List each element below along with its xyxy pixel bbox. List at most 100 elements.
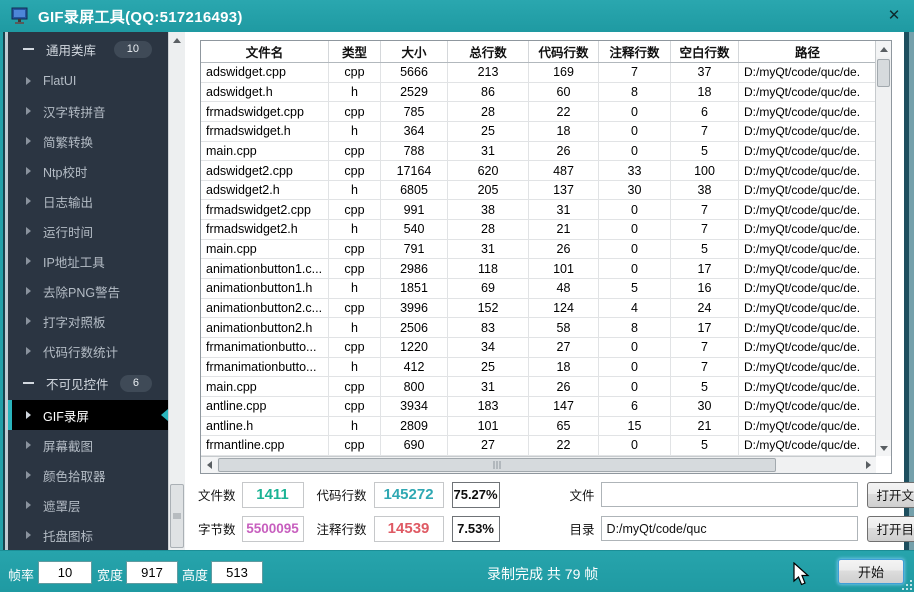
column-header[interactable]: 路径 [739, 41, 876, 62]
sidebar-item-run-time[interactable]: 运行时间 [8, 216, 168, 246]
column-header[interactable]: 总行数 [448, 41, 529, 62]
sidebar-item-ntp-time[interactable]: Ntp校时 [8, 156, 168, 186]
fps-input[interactable] [38, 561, 92, 584]
sidebar-item-label: 代码行数统计 [43, 342, 118, 361]
start-button[interactable]: 开始 [838, 559, 904, 584]
sidebar-item-log-output[interactable]: 日志输出 [8, 186, 168, 216]
cell: 1220 [381, 338, 448, 357]
table-horizontal-scrollbar[interactable] [201, 456, 876, 473]
sidebar-scrollbar[interactable] [168, 32, 185, 550]
cell: 6805 [381, 181, 448, 200]
sidebar-item-hanzi-to-pinyin[interactable]: 汉字转拼音 [8, 96, 168, 126]
cell: 21 [671, 417, 739, 436]
sidebar-item-group-invisible-widgets[interactable]: 不可见控件6 [8, 366, 168, 400]
titlebar: GIF录屏工具(QQ:517216493) ✕ [0, 0, 914, 32]
cell: 25 [448, 122, 529, 141]
table-row[interactable]: adswidget.hh25298660818D:/myQt/code/quc/… [201, 83, 876, 103]
sidebar-item-group-common-lib[interactable]: 通用类库10 [8, 32, 168, 66]
column-header[interactable]: 代码行数 [529, 41, 599, 62]
sidebar-item-remove-png-warning[interactable]: 去除PNG警告 [8, 276, 168, 306]
table-row[interactable]: animationbutton2.hh25068358817D:/myQt/co… [201, 318, 876, 338]
sidebar-item-typing-board[interactable]: 打字对照板 [8, 306, 168, 336]
table-row[interactable]: main.cppcpp791312605D:/myQt/code/quc/de. [201, 240, 876, 260]
chevron-right-icon [26, 411, 31, 419]
width-input[interactable] [126, 561, 178, 584]
cell: 487 [529, 161, 599, 180]
column-header[interactable]: 大小 [381, 41, 448, 62]
cell: 5666 [381, 63, 448, 82]
cell: frmadswidget2.h [201, 220, 329, 239]
cell: 3996 [381, 299, 448, 318]
table-row[interactable]: main.cppcpp800312605D:/myQt/code/quc/de. [201, 377, 876, 397]
code-lines-percent: 75.27% [452, 482, 500, 508]
sidebar-item-ip-tool[interactable]: IP地址工具 [8, 246, 168, 276]
table-row[interactable]: frmadswidget2.cppcpp991383107D:/myQt/cod… [201, 200, 876, 220]
cell: 58 [529, 318, 599, 337]
scroll-right-icon[interactable] [860, 457, 876, 473]
table-vertical-scrollbar[interactable] [875, 41, 891, 456]
height-input[interactable] [211, 561, 263, 584]
table-row[interactable]: frmantline.cppcpp690272205D:/myQt/code/q… [201, 436, 876, 456]
cell: 7 [599, 63, 671, 82]
file-path-input[interactable] [601, 482, 858, 507]
width-label: 宽度 [97, 565, 123, 584]
cell: 28 [448, 102, 529, 121]
cell: frmadswidget.h [201, 122, 329, 141]
cell: 18 [671, 83, 739, 102]
sidebar-item-flatui[interactable]: FlatUI [8, 66, 168, 96]
column-header[interactable]: 注释行数 [599, 41, 671, 62]
table-row[interactable]: antline.cppcpp3934183147630D:/myQt/code/… [201, 397, 876, 417]
cell: 30 [599, 181, 671, 200]
sidebar-item-code-line-count[interactable]: 代码行数统计 [8, 336, 168, 366]
sidebar-item-color-picker[interactable]: 颜色拾取器 [8, 460, 168, 490]
open-directory-button[interactable]: 打开目录 [867, 516, 914, 542]
sidebar-item-simplified-traditional[interactable]: 简繁转换 [8, 126, 168, 156]
table-row[interactable]: frmanimationbutto...h412251807D:/myQt/co… [201, 358, 876, 378]
table-row[interactable]: animationbutton1.c...cpp2986118101017D:/… [201, 259, 876, 279]
table-row[interactable]: adswidget2.cppcpp1716462048733100D:/myQt… [201, 161, 876, 181]
cell: 37 [671, 63, 739, 82]
sidebar-scrollbar-thumb[interactable] [170, 484, 184, 548]
cell: 21 [529, 220, 599, 239]
table-row[interactable]: adswidget2.hh68052051373038D:/myQt/code/… [201, 181, 876, 201]
cell: frmadswidget2.cpp [201, 200, 329, 219]
table-row[interactable]: antline.hh2809101651521D:/myQt/code/quc/… [201, 417, 876, 437]
table-row[interactable]: frmadswidget.cppcpp785282206D:/myQt/code… [201, 102, 876, 122]
sidebar-item-label: 不可见控件 [46, 374, 109, 393]
column-header[interactable]: 空白行数 [671, 41, 739, 62]
column-header[interactable]: 类型 [329, 41, 381, 62]
resize-grip-icon[interactable] [902, 580, 912, 590]
table-row[interactable]: adswidget.cppcpp5666213169737D:/myQt/cod… [201, 63, 876, 83]
table-row[interactable]: animationbutton1.hh18516948516D:/myQt/co… [201, 279, 876, 299]
directory-path-input[interactable] [601, 516, 858, 541]
cell: 5 [671, 142, 739, 161]
table-row[interactable]: frmadswidget2.hh540282107D:/myQt/code/qu… [201, 220, 876, 240]
table-hscroll-thumb[interactable] [218, 458, 776, 472]
sidebar-item-mask-layer[interactable]: 遮罩层 [8, 490, 168, 520]
scroll-left-icon[interactable] [201, 457, 217, 473]
close-icon[interactable]: ✕ [884, 6, 904, 26]
sidebar-item-tray-icon[interactable]: 托盘图标 [8, 520, 168, 550]
cell: 24 [671, 299, 739, 318]
cell: cpp [329, 63, 381, 82]
cell: h [329, 83, 381, 102]
scroll-up-icon[interactable] [876, 41, 891, 57]
table-vscroll-thumb[interactable] [877, 59, 890, 87]
scroll-up-icon[interactable] [169, 32, 185, 48]
table-row[interactable]: animationbutton2.c...cpp3996152124424D:/… [201, 299, 876, 319]
scroll-down-icon[interactable] [876, 440, 891, 456]
column-header[interactable]: 文件名 [201, 41, 329, 62]
cell: 540 [381, 220, 448, 239]
cell: 31 [448, 377, 529, 396]
sidebar-item-screenshot[interactable]: 屏幕截图 [8, 430, 168, 460]
cell: 2506 [381, 318, 448, 337]
table-row[interactable]: main.cppcpp788312605D:/myQt/code/quc/de. [201, 142, 876, 162]
table-row[interactable]: frmanimationbutto...cpp1220342707D:/myQt… [201, 338, 876, 358]
cell: 26 [529, 240, 599, 259]
cell: 26 [529, 377, 599, 396]
cell: 364 [381, 122, 448, 141]
sidebar-item-label: 日志输出 [43, 192, 93, 211]
open-file-button[interactable]: 打开文件 [867, 482, 914, 508]
table-row[interactable]: frmadswidget.hh364251807D:/myQt/code/quc… [201, 122, 876, 142]
sidebar-item-gif-record[interactable]: GIF录屏 [8, 400, 168, 430]
